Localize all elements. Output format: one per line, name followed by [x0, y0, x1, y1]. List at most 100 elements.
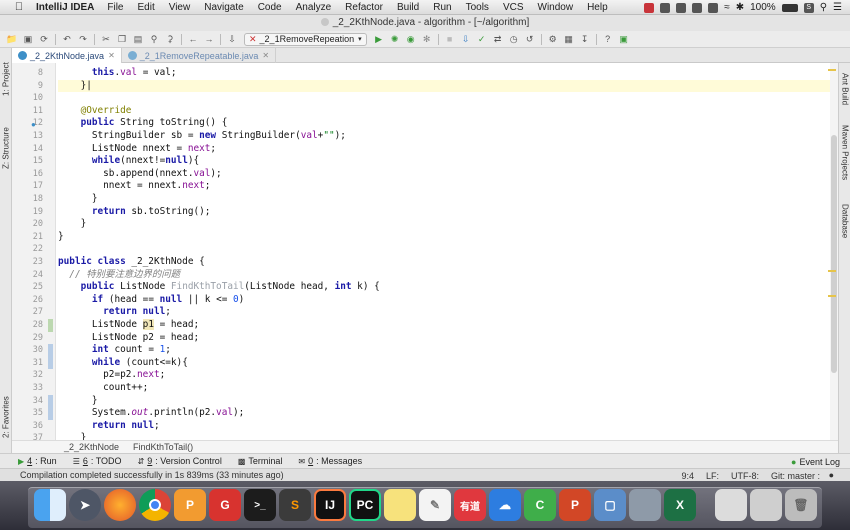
menu-analyze[interactable]: Analyze [296, 2, 332, 13]
display-icon[interactable] [708, 2, 719, 13]
apple-icon[interactable]:  [12, 1, 26, 13]
find-icon[interactable]: ⚲ [148, 33, 160, 45]
chrome-icon[interactable] [139, 489, 171, 521]
wps-icon[interactable]: G [209, 489, 241, 521]
line-separator[interactable]: LF: [706, 471, 719, 481]
close-icon[interactable]: ✕ [108, 51, 115, 60]
profile-icon[interactable]: ✻ [421, 33, 433, 45]
vcs-update-icon[interactable]: ⇩ [460, 33, 472, 45]
finder-icon[interactable] [34, 489, 66, 521]
pycharm-icon[interactable]: PC [349, 489, 381, 521]
stack-icon[interactable] [750, 489, 782, 521]
tool-ant-build[interactable]: Ant Build [839, 67, 850, 111]
code-editor[interactable]: 8 9 10 11 12 13 14 15 16 17 18 19 20 21 … [12, 63, 838, 440]
app-name[interactable]: IntelliJ IDEA [36, 2, 94, 13]
preview-icon[interactable]: ▢ [594, 489, 626, 521]
menu-build[interactable]: Build [397, 2, 419, 13]
wifi-icon[interactable]: ≈ [724, 2, 730, 13]
menu-edit[interactable]: Edit [137, 2, 154, 13]
camtasia-icon[interactable]: C [524, 489, 556, 521]
cut-icon[interactable]: ✂ [100, 33, 112, 45]
save-all-icon[interactable]: ▣ [22, 33, 34, 45]
tool-version-control[interactable]: ⇵ 9: Version Control [138, 456, 222, 466]
menu-vcs[interactable]: VCS [503, 2, 524, 13]
excel-icon[interactable]: X [664, 489, 696, 521]
pdf-reader-icon[interactable]: P [174, 489, 206, 521]
tool-terminal[interactable]: ▩ Terminal [238, 456, 283, 466]
warning-marker[interactable] [828, 295, 836, 297]
tool-messages[interactable]: ✉ 0: Messages [298, 456, 362, 466]
paste-icon[interactable]: ▤ [132, 33, 144, 45]
menu-file[interactable]: File [107, 2, 123, 13]
forward-icon[interactable]: → [203, 33, 215, 45]
breadcrumb-class[interactable]: _2_2KthNode [64, 442, 119, 452]
project-structure-icon[interactable]: ▦ [563, 33, 575, 45]
revert-icon[interactable]: ↺ [524, 33, 536, 45]
vcs-commit-icon[interactable]: ✓ [476, 33, 488, 45]
menu-refactor[interactable]: Refactor [345, 2, 383, 13]
input-method-icon[interactable]: S [803, 2, 814, 13]
menu-code[interactable]: Code [258, 2, 282, 13]
run-icon[interactable]: ▶ [373, 33, 385, 45]
open-folder-icon[interactable]: 📁 [6, 33, 18, 45]
tab-kthnode[interactable]: _2_2KthNode.java ✕ [12, 48, 122, 63]
search-icon[interactable]: ⚲ [820, 2, 827, 13]
tray-app-icon[interactable] [676, 2, 687, 13]
intellij-idea-icon[interactable]: IJ [314, 489, 346, 521]
menu-help[interactable]: Help [587, 2, 608, 13]
photo-app-icon[interactable] [629, 489, 661, 521]
close-icon[interactable]: ✕ [262, 51, 269, 60]
battery-icon[interactable] [781, 3, 798, 12]
terminal-app-icon[interactable]: >_ [244, 489, 276, 521]
sublime-text-icon[interactable]: S [279, 489, 311, 521]
build-icon[interactable]: ⇩ [226, 33, 238, 45]
tool-todo[interactable]: ☰ 6: TODO [73, 456, 122, 466]
menu-navigate[interactable]: Navigate [204, 2, 243, 13]
replace-icon[interactable]: ⚳ [164, 33, 176, 45]
monitor-icon[interactable] [660, 2, 671, 13]
file-encoding[interactable]: UTF-8: [731, 471, 759, 481]
breadcrumb-method[interactable]: FindKthToTail() [133, 442, 193, 452]
warning-marker[interactable] [828, 69, 836, 71]
menu-view[interactable]: View [169, 2, 191, 13]
tool-structure[interactable]: Z: Structure [0, 118, 12, 178]
notes-icon[interactable] [384, 489, 416, 521]
text-edit-icon[interactable]: ✎ [419, 489, 451, 521]
onedrive-icon[interactable]: ☁ [489, 489, 521, 521]
settings-icon[interactable]: ⚙ [547, 33, 559, 45]
vcs-compare-icon[interactable]: ⇄ [492, 33, 504, 45]
tool-maven-projects[interactable]: Maven Projects [839, 118, 850, 188]
redo-icon[interactable]: ↷ [77, 33, 89, 45]
copy-icon[interactable]: ❐ [116, 33, 128, 45]
tab-removerepeatable[interactable]: _2_1RemoveRepeatable.java ✕ [122, 48, 277, 63]
menu-run[interactable]: Run [433, 2, 451, 13]
help-icon[interactable]: ? [602, 33, 614, 45]
youdao-icon[interactable]: 有道 [454, 489, 486, 521]
debug-icon[interactable]: ✺ [389, 33, 401, 45]
clipboard-icon[interactable] [692, 2, 703, 13]
download-icon[interactable]: ↧ [579, 33, 591, 45]
warning-marker[interactable] [828, 270, 836, 272]
tool-database[interactable]: Database [839, 198, 850, 244]
tool-project[interactable]: 1: Project [0, 54, 12, 104]
launchpad-icon[interactable]: ➤ [69, 489, 101, 521]
status-message[interactable]: Compilation completed successfully in 1s… [20, 470, 284, 480]
menu-list-icon[interactable]: ☰ [833, 2, 842, 13]
scrollbar-thumb[interactable] [831, 135, 837, 373]
firefox-icon[interactable] [104, 489, 136, 521]
event-log-button[interactable]: ● Event Log [791, 454, 840, 469]
menu-window[interactable]: Window [538, 2, 574, 13]
tool-run[interactable]: ▶ 4: Run [18, 456, 57, 466]
override-marker-icon[interactable]: ● [31, 120, 36, 129]
powerpoint-icon[interactable]: P [559, 489, 591, 521]
vcs-history-icon[interactable]: ◷ [508, 33, 520, 45]
stop-icon[interactable]: ■ [444, 33, 456, 45]
plugin-icon[interactable]: ▣ [618, 33, 630, 45]
lock-icon[interactable]: ● [829, 470, 834, 480]
record-icon[interactable] [644, 2, 655, 13]
documents-icon[interactable] [715, 489, 747, 521]
menu-tools[interactable]: Tools [466, 2, 489, 13]
undo-icon[interactable]: ↶ [61, 33, 73, 45]
vertical-scrollbar[interactable] [830, 63, 838, 440]
coverage-icon[interactable]: ◉ [405, 33, 417, 45]
